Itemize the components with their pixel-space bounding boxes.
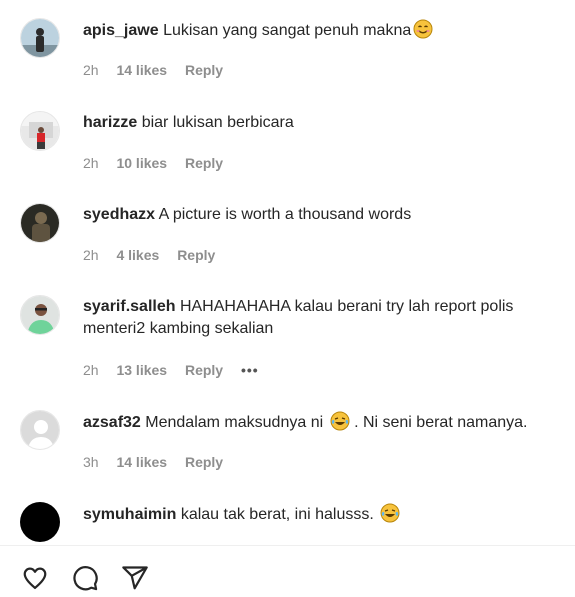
comment-likes[interactable]: 14 likes: [116, 62, 167, 78]
comment-body: Mendalam maksudnya ni: [145, 414, 324, 431]
tears-of-joy-emoji-icon: [330, 411, 350, 431]
reply-button[interactable]: Reply: [185, 62, 223, 78]
comment-text: apis_jawe Lukisan yang sangat penuh makn…: [83, 19, 563, 42]
reply-button[interactable]: Reply: [177, 247, 215, 263]
comment-body: kalau tak berat, ini halusss.: [180, 506, 374, 523]
comment-username[interactable]: syedhazx: [83, 206, 155, 223]
comment-text: azsaf32 Mendalam maksudnya ni . Ni seni …: [83, 411, 563, 434]
avatar[interactable]: [20, 502, 60, 542]
comment-username[interactable]: symuhaimin: [83, 506, 176, 523]
comment-username[interactable]: syarif.salleh: [83, 298, 176, 315]
avatar[interactable]: [20, 410, 60, 450]
share-icon[interactable]: [121, 564, 149, 592]
comment-text: syarif.salleh HAHAHAHAHA kalau berani tr…: [83, 296, 563, 340]
comment-text: harizze biar lukisan berbicara: [83, 112, 563, 134]
comment-meta: 2h 4 likes Reply: [83, 247, 229, 263]
comment-time: 2h: [83, 62, 99, 78]
comment-time: 2h: [83, 247, 99, 263]
comment-body: biar lukisan berbicara: [141, 114, 294, 131]
comment-body: A picture is worth a thousand words: [158, 206, 412, 223]
comment-likes[interactable]: 4 likes: [116, 247, 159, 263]
comment-text: syedhazx A picture is worth a thousand w…: [83, 204, 563, 226]
reply-button[interactable]: Reply: [185, 454, 223, 470]
comment-body: Lukisan yang sangat penuh makna: [163, 22, 412, 39]
comment-username[interactable]: apis_jawe: [83, 22, 159, 39]
smile-emoji-icon: [413, 19, 433, 39]
avatar[interactable]: [20, 295, 60, 335]
avatar[interactable]: [20, 203, 60, 243]
avatar[interactable]: [20, 111, 60, 151]
avatar[interactable]: [20, 18, 60, 58]
tears-of-joy-emoji-icon: [380, 503, 400, 523]
reply-button[interactable]: Reply: [185, 362, 223, 378]
comment-list: apis_jawe Lukisan yang sangat penuh makn…: [0, 0, 575, 545]
comment-meta: 2h 10 likes Reply: [83, 155, 237, 171]
comment-likes[interactable]: 10 likes: [116, 155, 167, 171]
comment-time: 2h: [83, 155, 99, 171]
comment-time: 2h: [83, 362, 99, 378]
comment-icon[interactable]: [71, 564, 99, 592]
heart-icon[interactable]: [21, 564, 49, 592]
comment-username[interactable]: azsaf32: [83, 414, 141, 431]
more-options-icon[interactable]: •••: [241, 362, 259, 378]
reply-button[interactable]: Reply: [185, 155, 223, 171]
comment-text: symuhaimin kalau tak berat, ini halusss.: [83, 503, 563, 526]
comment-likes[interactable]: 14 likes: [116, 454, 167, 470]
comment-meta: 2h 14 likes Reply: [83, 62, 237, 78]
action-bar: [0, 546, 575, 594]
comment-meta: 3h 14 likes Reply: [83, 454, 237, 470]
comment-username[interactable]: harizze: [83, 114, 137, 131]
comment-time: 3h: [83, 454, 99, 470]
comment-likes[interactable]: 13 likes: [116, 362, 167, 378]
comment-body-end: . Ni seni berat namanya.: [354, 414, 528, 431]
comment-meta: 2h 13 likes Reply •••: [83, 362, 273, 378]
